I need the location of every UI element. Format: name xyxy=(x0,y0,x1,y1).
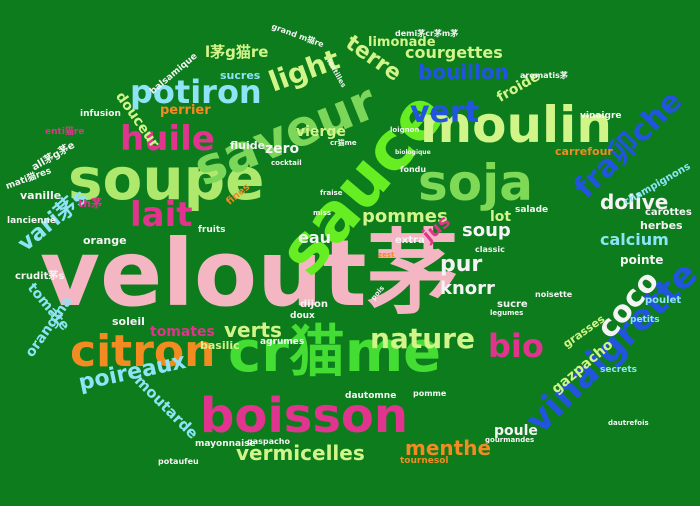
cloud-word: bio xyxy=(488,327,544,365)
cloud-word: biologique xyxy=(395,149,431,156)
cloud-word: orange xyxy=(83,234,127,247)
cloud-word: pur xyxy=(440,252,483,277)
cloud-word: tournesol xyxy=(400,456,449,466)
cloud-word: knorr xyxy=(440,278,495,299)
cloud-word: infusion xyxy=(80,109,121,119)
cloud-word: petits xyxy=(630,315,660,325)
cloud-word: dautomne xyxy=(345,391,397,401)
cloud-word: bouillon xyxy=(418,60,509,84)
cloud-word: enti猫re xyxy=(45,127,85,137)
cloud-word: tomates xyxy=(150,324,215,340)
cloud-word: doux xyxy=(290,311,315,321)
cloud-word: dautrefois xyxy=(608,419,649,427)
cloud-word: fondu xyxy=(400,165,427,174)
cloud-word: loignon xyxy=(390,126,420,134)
cloud-word: gourmandes xyxy=(485,436,535,444)
cloud-word: vinaigre xyxy=(580,111,622,121)
cloud-word: crudit茅s xyxy=(15,271,65,282)
cloud-word: eau xyxy=(298,228,332,247)
cloud-word: agrumes xyxy=(260,337,305,347)
cloud-word: sucres xyxy=(220,69,261,82)
cloud-word: fruits xyxy=(198,225,226,235)
cloud-word: herbes xyxy=(640,219,683,232)
cloud-word: mayonnaise xyxy=(195,439,256,449)
cloud-word: lait xyxy=(130,195,193,235)
cloud-word: carottes xyxy=(645,207,692,218)
cloud-word: dijon xyxy=(300,299,329,310)
cloud-word: cr猫me xyxy=(330,139,357,147)
cloud-word: zest xyxy=(378,251,395,259)
cloud-word: vert xyxy=(410,95,480,130)
cloud-word: poulet xyxy=(645,295,682,306)
cloud-word: fluide xyxy=(230,139,266,152)
cloud-word: cocktail xyxy=(271,159,302,167)
cloud-word: pointe xyxy=(620,253,664,267)
word-cloud-canvas: velout茅 soupe sauce saveur moulin soja boisson… xyxy=(0,0,700,513)
cloud-word: pomme xyxy=(413,389,447,398)
cloud-word: perrier xyxy=(160,103,211,118)
cloud-word: demi茅cr茅m茅 xyxy=(395,29,459,38)
cloud-word: fraise xyxy=(320,189,343,197)
cloud-word: menthe xyxy=(405,436,492,460)
cloud-word: legumes xyxy=(490,309,524,317)
cloud-word: lot xyxy=(490,209,512,225)
cloud-word: carrefour xyxy=(555,145,613,158)
cloud-word: secrets xyxy=(600,365,637,375)
cloud-word: classic xyxy=(475,245,505,254)
cloud-word: aromatis茅 xyxy=(520,71,568,80)
cloud-word: soja xyxy=(418,154,533,212)
cloud-word: l茅g猫re xyxy=(205,43,269,61)
cloud-word: soleil xyxy=(112,315,145,328)
cloud-word: lancienne xyxy=(7,216,57,226)
cloud-word: nature xyxy=(370,322,475,355)
cloud-word: noisette xyxy=(535,290,573,299)
cloud-word: basilic xyxy=(200,339,240,352)
cloud-word: vierge xyxy=(296,124,346,140)
cloud-word: calcium xyxy=(600,230,669,249)
cloud-word: extra xyxy=(395,235,425,246)
cloud-word: potaufeu xyxy=(158,457,199,466)
cloud-word: th茅 xyxy=(78,197,103,210)
cloud-word: salade xyxy=(515,205,549,215)
cloud-word: zero xyxy=(265,141,300,157)
cloud-word: miss xyxy=(313,209,332,217)
cloud-word: vanille xyxy=(20,189,62,202)
